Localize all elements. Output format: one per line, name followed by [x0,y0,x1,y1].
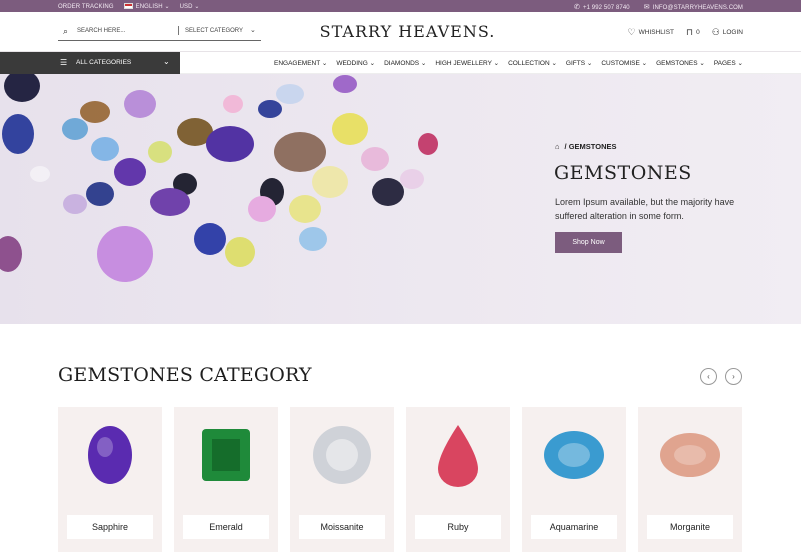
phone-icon: ✆ [574,4,580,11]
email-link[interactable]: ✉ INFO@STARRYHEAVENS.COM [644,3,743,11]
nav-item-label: CUSTOMISE [601,60,640,67]
morganite-gem-image [660,433,720,477]
bag-icon: ⊓ [686,27,694,37]
ruby-gem-image [438,425,478,487]
menu-icon: ☰ [60,58,68,67]
section-title: GEMSTONES CATEGORY [58,364,312,386]
all-categories-label: ALL CATEGORIES [76,59,132,66]
gemstones-hero-image [0,74,438,282]
chevron-left-icon: ‹ [707,372,710,381]
breadcrumb-separator: / [564,142,567,151]
prev-arrow-button[interactable]: ‹ [700,368,717,385]
nav-item-label: GEMSTONES [656,60,698,67]
nav-item-customise[interactable]: CUSTOMISE ⌄ [601,59,647,67]
chevron-down-icon: ⌄ [419,60,427,67]
category-card-label: Morganite [647,515,733,539]
wishlist-link[interactable]: ♡ WHISHLIST [628,27,674,38]
breadcrumb: ⌂ / GEMSTONES [555,142,617,151]
nav-item-label: WEDDING [336,60,368,67]
currency-selector[interactable]: USD ⌄ [180,3,200,10]
chevron-down-icon: ⌄ [639,60,648,67]
main-nav: ☰ ALL CATEGORIES ⌄ ENGAGEMENT ⌄ WEDDING ⌄… [0,52,801,74]
nav-item-wedding[interactable]: WEDDING ⌄ [336,59,375,67]
nav-item-label: HIGH JEWELLERY [435,60,492,67]
category-card-aquamarine[interactable]: Aquamarine [522,407,626,552]
cart-link[interactable]: ⊓ 0 [686,27,700,38]
mail-icon: ✉ [643,4,650,11]
home-icon[interactable]: ⌂ [555,142,560,151]
nav-item-pages[interactable]: PAGES ⌄ [714,59,743,67]
chevron-down-icon: ⌄ [735,60,743,67]
login-label: LOGIN [722,29,743,36]
phone-number: +1 992 507 8740 [583,5,630,11]
category-card-label: Ruby [415,515,501,539]
email-address: INFO@STARRYHEAVENS.COM [652,5,743,11]
nav-item-diamonds[interactable]: DIAMONDS ⌄ [384,59,426,67]
user-icon: ⚇ [711,27,720,37]
category-card-emerald[interactable]: Emerald [174,407,278,552]
category-card-moissanite[interactable]: Moissanite [290,407,394,552]
chevron-down-icon: ⌄ [491,60,500,67]
sapphire-gem-image [88,426,132,484]
category-card-ruby[interactable]: Ruby [406,407,510,552]
heart-icon: ♡ [627,27,636,37]
login-link[interactable]: ⚇ LOGIN [712,27,743,38]
phone-link[interactable]: ✆ +1 992 507 8740 [574,3,630,11]
nav-item-label: GIFTS [565,60,586,67]
next-arrow-button[interactable]: › [725,368,742,385]
emerald-gem-image [202,429,250,481]
nav-item-high-jewellery[interactable]: HIGH JEWELLERY ⌄ [435,59,499,67]
nav-item-gifts[interactable]: GIFTS ⌄ [566,59,592,67]
chevron-down-icon: ⌄ [697,60,705,67]
hero-description: Lorem Ipsum available, but the majority … [555,197,735,221]
nav-item-label: ENGAGEMENT [274,60,321,67]
category-card-label: Aquamarine [531,515,617,539]
nav-item-collection[interactable]: COLLECTION ⌄ [508,59,557,67]
nav-item-engagement[interactable]: ENGAGEMENT ⌄ [274,59,327,67]
aquamarine-gem-image [544,431,604,479]
nav-item-label: COLLECTION [508,60,550,67]
all-categories-button[interactable]: ☰ ALL CATEGORIES ⌄ [0,52,180,74]
currency-label: USD [179,4,193,10]
cart-count: 0 [696,29,700,36]
breadcrumb-current: GEMSTONES [568,142,617,151]
category-card-label: Moissanite [299,515,385,539]
hero-title: GEMSTONES [554,162,692,184]
header: ⌕ SEARCH HERE... SELECT CATEGORY ⌄ STARR… [0,12,801,52]
chevron-down-icon: ⌄ [320,60,328,67]
moissanite-gem-image [313,426,371,484]
top-bar: ORDER TRACKING ENGLISH ⌄ USD ⌄ ✆ +1 992 5… [0,0,801,12]
us-flag-icon [123,3,133,9]
category-card-morganite[interactable]: Morganite [638,407,742,552]
chevron-right-icon: › [732,372,735,381]
nav-item-label: PAGES [713,60,736,67]
category-card-label: Sapphire [67,515,153,539]
chevron-down-icon: ⌄ [549,60,557,67]
language-selector[interactable]: ENGLISH ⌄ [123,3,170,10]
hero-banner: ⌂ / GEMSTONES GEMSTONES Lorem Ipsum avail… [0,74,801,324]
chevron-down-icon: ⌄ [367,60,376,67]
order-tracking-link[interactable]: ORDER TRACKING [58,4,114,10]
category-card-sapphire[interactable]: Sapphire [58,407,162,552]
shop-now-button[interactable]: Shop Now [555,232,622,253]
chevron-down-icon: ⌄ [163,57,170,66]
nav-menu: ENGAGEMENT ⌄ WEDDING ⌄ DIAMONDS ⌄ HIGH JEWE… [265,59,743,67]
nav-item-gemstones[interactable]: GEMSTONES ⌄ [656,59,705,67]
language-label: ENGLISH [135,4,163,10]
category-cards: Sapphire Emerald Moissanite Ruby Aquamarine M… [58,407,742,552]
category-card-label: Emerald [183,515,269,539]
chevron-down-icon: ⌄ [585,60,593,67]
nav-item-label: DIAMONDS [384,60,420,67]
wishlist-label: WHISHLIST [638,29,675,36]
